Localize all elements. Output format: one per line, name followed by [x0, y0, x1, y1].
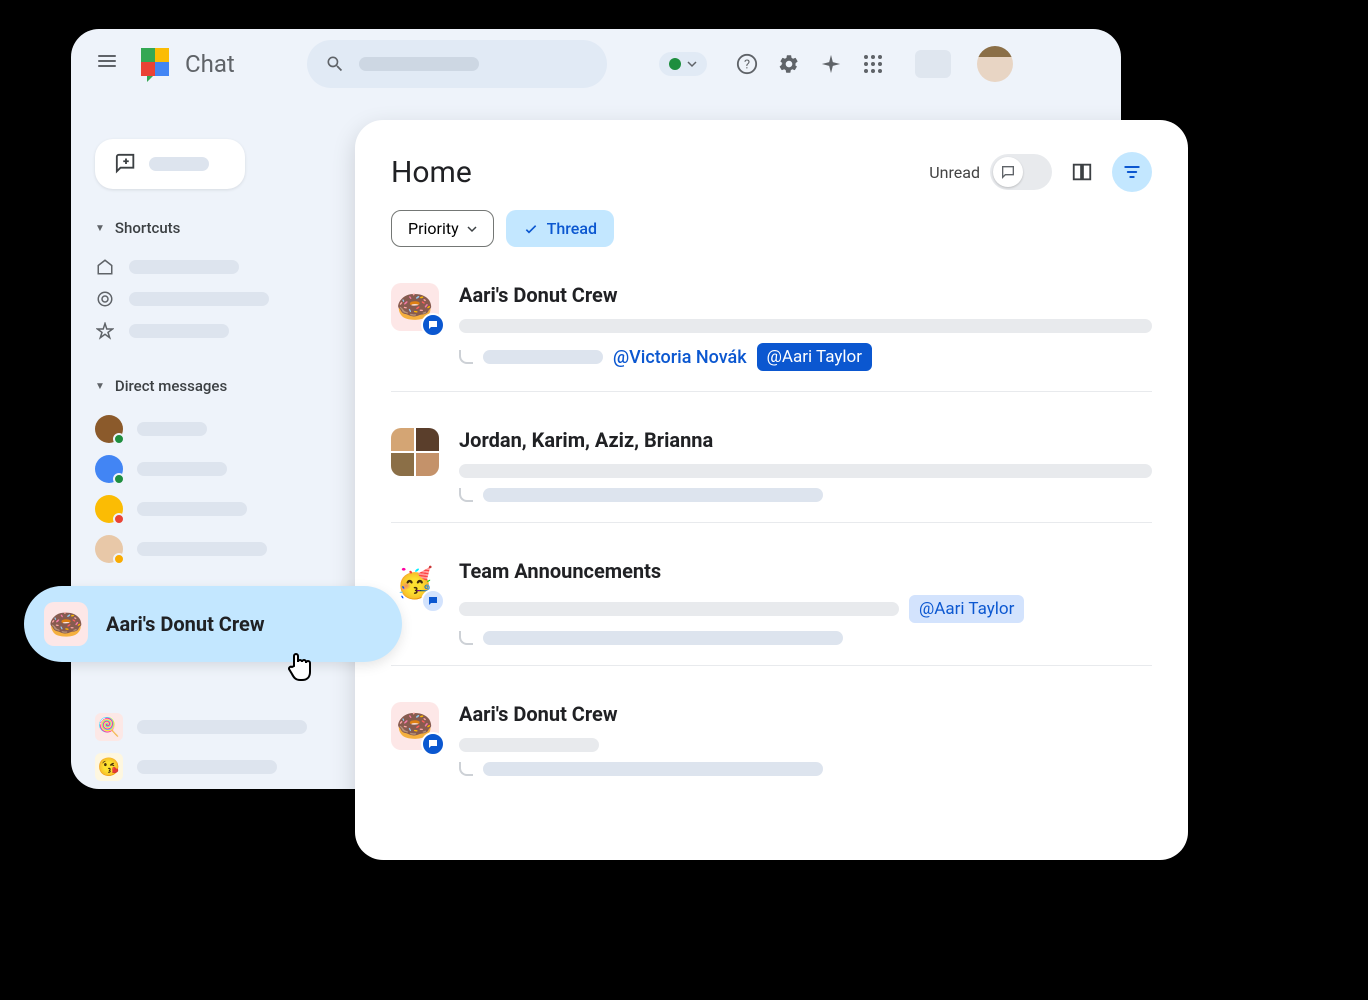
message-title: Aari's Donut Crew	[459, 702, 1152, 726]
layout-icon[interactable]	[1070, 160, 1094, 184]
mention-icon	[95, 289, 115, 309]
presence-idle-icon	[113, 553, 125, 565]
star-icon	[95, 321, 115, 341]
space-avatar: 🥳	[391, 559, 439, 607]
unread-toggle[interactable]: Unread	[929, 154, 1052, 190]
presence-active-icon	[113, 433, 125, 445]
thread-chip[interactable]: Thread	[506, 210, 614, 247]
space-avatar: 🍩	[391, 702, 439, 750]
shortcuts-header[interactable]: ▼Shortcuts	[95, 219, 355, 237]
google-chat-logo-icon	[139, 46, 175, 82]
thread-badge-icon	[421, 589, 445, 613]
hamburger-menu-icon[interactable]	[95, 52, 119, 76]
user-avatar	[95, 415, 123, 443]
reply-arc-icon	[459, 488, 473, 502]
thread-badge-icon	[421, 732, 445, 756]
sidebar-item[interactable]	[95, 315, 355, 347]
filter-icon	[1122, 162, 1142, 182]
help-icon[interactable]: ?	[735, 52, 759, 76]
reply-arc-icon	[459, 762, 473, 776]
user-avatar	[95, 535, 123, 563]
chat-bubble-icon	[1000, 164, 1016, 180]
dms-header[interactable]: ▼Direct messages	[95, 377, 355, 395]
message-title: Jordan, Karim, Aziz, Brianna	[459, 428, 1152, 452]
thread-badge-icon	[421, 313, 445, 337]
dm-item[interactable]	[95, 409, 355, 449]
message-item[interactable]: 🍩 Aari's Donut Crew	[391, 702, 1152, 796]
toggle-switch	[990, 154, 1052, 190]
group-avatar	[391, 428, 439, 476]
new-chat-icon	[115, 153, 137, 175]
lollipop-icon: 🍭	[95, 713, 123, 741]
message-title: Aari's Donut Crew	[459, 283, 1152, 307]
reply-arc-icon	[459, 350, 473, 364]
sidebar-item[interactable]	[95, 251, 355, 283]
apps-grid-icon[interactable]	[861, 52, 885, 76]
header: Chat ?	[71, 29, 1121, 99]
page-title: Home	[391, 155, 472, 190]
mention-chip[interactable]: @Aari Taylor	[909, 595, 1024, 623]
search-icon	[325, 54, 345, 74]
home-icon	[95, 257, 115, 277]
reply-arc-icon	[459, 631, 473, 645]
svg-text:?: ?	[744, 58, 750, 73]
account-switcher[interactable]	[915, 50, 951, 78]
search-input[interactable]	[307, 40, 607, 88]
dm-item[interactable]	[95, 529, 355, 569]
emoji-icon: 😘	[95, 753, 123, 781]
space-name: Aari's Donut Crew	[106, 612, 265, 636]
chevron-down-icon	[687, 59, 697, 69]
mention-chip[interactable]: @Aari Taylor	[757, 343, 872, 371]
dm-item[interactable]	[95, 489, 355, 529]
mention-link[interactable]: @Victoria Novák	[613, 347, 747, 368]
filter-button[interactable]	[1112, 152, 1152, 192]
space-item[interactable]: 🍭	[95, 707, 355, 747]
user-avatar	[95, 455, 123, 483]
space-item[interactable]: 😘	[95, 747, 355, 787]
user-avatar[interactable]	[977, 46, 1013, 82]
gear-icon[interactable]	[777, 52, 801, 76]
filter-chips: Priority Thread	[391, 210, 1152, 247]
presence-active-icon	[113, 473, 125, 485]
home-panel: Home Unread Priority Thread 🍩 Aari's Don…	[355, 120, 1188, 860]
chevron-down-icon: ▼	[95, 381, 105, 392]
sidebar-item[interactable]	[95, 283, 355, 315]
message-item[interactable]: Jordan, Karim, Aziz, Brianna	[391, 428, 1152, 523]
active-status-icon	[669, 58, 681, 70]
status-button[interactable]	[659, 52, 707, 76]
dms-section: ▼Direct messages	[95, 377, 355, 569]
app-title: Chat	[185, 50, 235, 78]
message-item[interactable]: 🥳 Team Announcements @Aari Taylor	[391, 559, 1152, 666]
priority-chip[interactable]: Priority	[391, 210, 494, 247]
app-logo[interactable]: Chat	[139, 46, 235, 82]
dm-item[interactable]	[95, 449, 355, 489]
message-item[interactable]: 🍩 Aari's Donut Crew @Victoria Novák @Aar…	[391, 283, 1152, 392]
space-avatar: 🍩	[391, 283, 439, 331]
chevron-down-icon	[467, 224, 477, 234]
space-item-hovered[interactable]: 🍩 Aari's Donut Crew	[24, 586, 402, 662]
message-title: Team Announcements	[459, 559, 1152, 583]
chevron-down-icon: ▼	[95, 223, 105, 234]
donut-icon: 🍩	[44, 602, 88, 646]
shortcuts-section: ▼Shortcuts	[95, 219, 355, 347]
sparkle-icon[interactable]	[819, 52, 843, 76]
cursor-hand-icon	[284, 648, 320, 692]
check-icon	[523, 221, 539, 237]
new-chat-button[interactable]	[95, 139, 245, 189]
presence-dnd-icon	[113, 513, 125, 525]
user-avatar	[95, 495, 123, 523]
